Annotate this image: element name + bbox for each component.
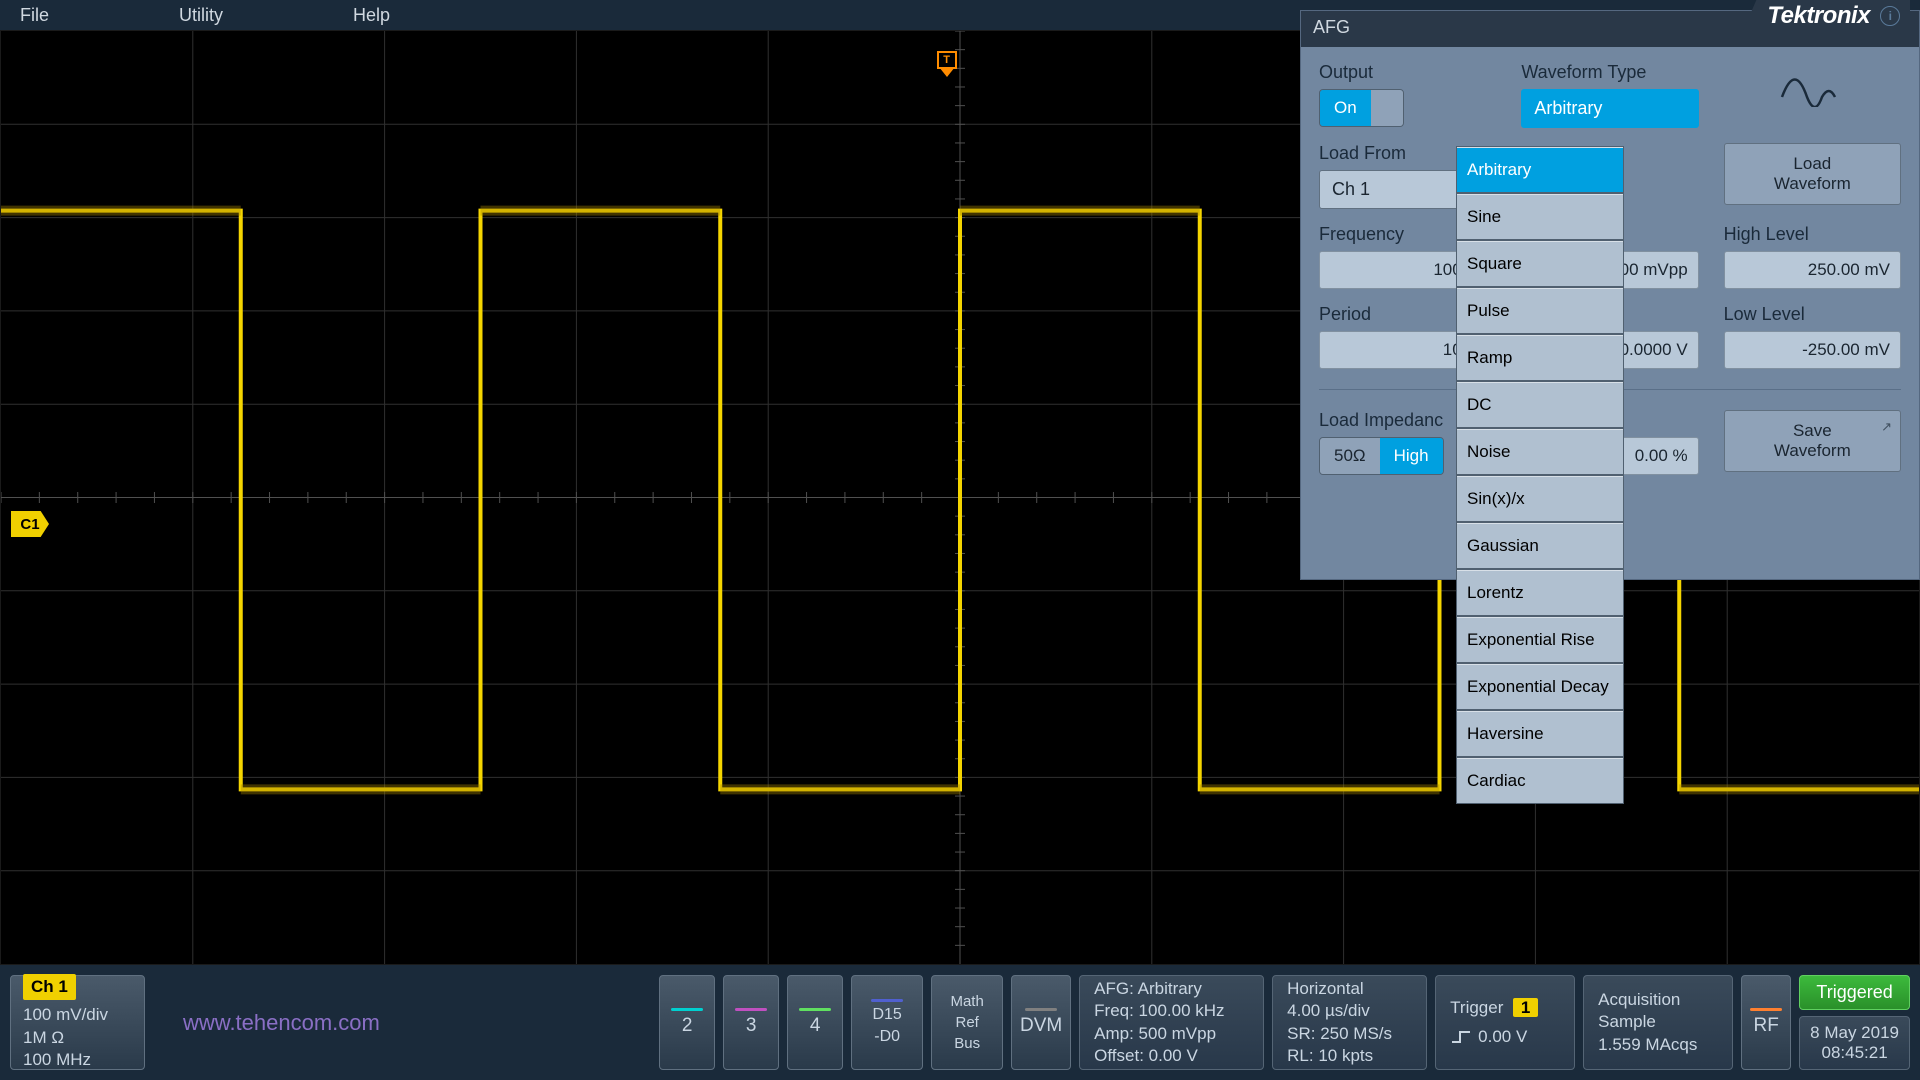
horiz-sr: SR: 250 MS/s xyxy=(1287,1023,1412,1045)
load-waveform-button[interactable]: LoadWaveform xyxy=(1724,143,1901,205)
menu-utility[interactable]: Utility xyxy=(179,5,223,26)
trigger-marker-icon[interactable]: T xyxy=(937,51,957,69)
high-level-input[interactable]: 250.00 mV xyxy=(1724,251,1901,289)
channel-3-button[interactable]: 3 xyxy=(723,975,779,1070)
trigger-title: Trigger xyxy=(1450,998,1503,1017)
output-toggle[interactable]: On xyxy=(1319,89,1404,127)
waveform-option-haversine[interactable]: Haversine xyxy=(1457,711,1623,758)
waveform-option-dc[interactable]: DC xyxy=(1457,382,1623,429)
acquisition-info-box[interactable]: Acquisition Sample 1.559 MAcqs xyxy=(1583,975,1733,1070)
menu-help[interactable]: Help xyxy=(353,5,390,26)
waveform-type-dropdown[interactable]: ArbitrarySineSquarePulseRampDCNoiseSin(x… xyxy=(1456,146,1624,804)
waveform-option-lorentz[interactable]: Lorentz xyxy=(1457,570,1623,617)
waveform-option-pulse[interactable]: Pulse xyxy=(1457,288,1623,335)
digital-channels-button[interactable]: D15 -D0 xyxy=(851,975,923,1070)
waveform-type-value: Arbitrary xyxy=(1534,98,1602,119)
rising-edge-icon xyxy=(1450,1029,1472,1045)
dropdown-arrow-icon: ▼ xyxy=(1674,102,1686,116)
waveform-type-label: Waveform Type xyxy=(1521,62,1698,83)
rf-button[interactable]: RF xyxy=(1741,975,1791,1070)
watermark-text: www.tehencom.com xyxy=(183,1010,380,1036)
low-level-label: Low Level xyxy=(1724,304,1901,325)
external-icon: ↗ xyxy=(1881,419,1892,435)
waveform-option-arbitrary[interactable]: Arbitrary xyxy=(1457,147,1623,194)
ch1-name: Ch 1 xyxy=(23,974,76,1000)
datetime-display: 8 May 2019 08:45:21 xyxy=(1799,1016,1910,1070)
ch1-scale: 100 mV/div xyxy=(23,1004,132,1026)
ch1-bandwidth: 100 MHz xyxy=(23,1049,132,1071)
channel-1-button[interactable]: Ch 1 100 mV/div 1M Ω 100 MHz xyxy=(10,975,145,1070)
afg-info-offset: Offset: 0.00 V xyxy=(1094,1045,1249,1067)
waveform-option-exponential-rise[interactable]: Exponential Rise xyxy=(1457,617,1623,664)
waveform-option-ramp[interactable]: Ramp xyxy=(1457,335,1623,382)
ch1-coupling: 1M Ω xyxy=(23,1027,132,1049)
output-off-option[interactable] xyxy=(1371,90,1403,126)
impedance-high-option[interactable]: High xyxy=(1380,438,1443,474)
channel-4-button[interactable]: 4 xyxy=(787,975,843,1070)
high-level-label: High Level xyxy=(1724,224,1901,245)
math-ref-bus-button[interactable]: Math Ref Bus xyxy=(931,975,1003,1070)
menu-file[interactable]: File xyxy=(20,5,49,26)
load-from-value: Ch 1 xyxy=(1332,179,1370,200)
bottom-bar: Ch 1 100 mV/div 1M Ω 100 MHz www.tehenco… xyxy=(0,965,1920,1080)
horiz-title: Horizontal xyxy=(1287,978,1412,1000)
waveform-type-select[interactable]: Arbitrary ▼ xyxy=(1521,89,1698,128)
impedance-50-option[interactable]: 50Ω xyxy=(1320,438,1380,474)
output-on-option[interactable]: On xyxy=(1320,90,1371,126)
afg-info-freq: Freq: 100.00 kHz xyxy=(1094,1000,1249,1022)
waveform-option-sine[interactable]: Sine xyxy=(1457,194,1623,241)
waveform-option-exponential-decay[interactable]: Exponential Decay xyxy=(1457,664,1623,711)
afg-info-amp: Amp: 500 mVpp xyxy=(1094,1023,1249,1045)
save-waveform-button[interactable]: SaveWaveform ↗ xyxy=(1724,410,1901,472)
waveform-preview-icon xyxy=(1724,62,1901,112)
trigger-level: 0.00 V xyxy=(1478,1026,1527,1048)
waveform-option-noise[interactable]: Noise xyxy=(1457,429,1623,476)
waveform-option-square[interactable]: Square xyxy=(1457,241,1623,288)
triggered-button[interactable]: Triggered xyxy=(1799,975,1910,1010)
output-label: Output xyxy=(1319,62,1496,83)
acq-mode: Sample xyxy=(1598,1011,1718,1033)
brand-logo: Tektronixi xyxy=(1742,0,1910,32)
afg-info-box[interactable]: AFG: Arbitrary Freq: 100.00 kHz Amp: 500… xyxy=(1079,975,1264,1070)
horiz-rl: RL: 10 kpts xyxy=(1287,1045,1412,1067)
horizontal-info-box[interactable]: Horizontal 4.00 µs/div SR: 250 MS/s RL: … xyxy=(1272,975,1427,1070)
acq-count: 1.559 MAcqs xyxy=(1598,1034,1718,1056)
waveform-option-sin-x-x[interactable]: Sin(x)/x xyxy=(1457,476,1623,523)
waveform-option-gaussian[interactable]: Gaussian xyxy=(1457,523,1623,570)
trigger-source-badge: 1 xyxy=(1513,998,1538,1017)
waveform-option-cardiac[interactable]: Cardiac xyxy=(1457,758,1623,803)
dvm-button[interactable]: DVM xyxy=(1011,975,1071,1070)
load-impedance-toggle[interactable]: 50Ω High xyxy=(1319,437,1444,475)
channel-2-button[interactable]: 2 xyxy=(659,975,715,1070)
trigger-info-box[interactable]: Trigger 1 0.00 V xyxy=(1435,975,1575,1070)
low-level-input[interactable]: -250.00 mV xyxy=(1724,331,1901,369)
horiz-scale: 4.00 µs/div xyxy=(1287,1000,1412,1022)
acq-title: Acquisition xyxy=(1598,989,1718,1011)
afg-info-title: AFG: Arbitrary xyxy=(1094,978,1249,1000)
